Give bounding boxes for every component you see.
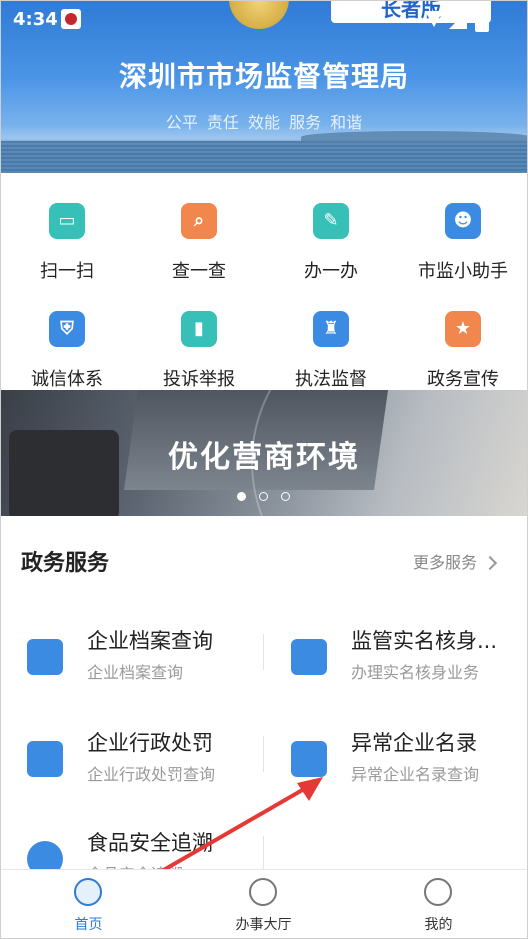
divider [263,836,264,872]
signal-icon [449,11,467,29]
carousel-dots [237,492,297,502]
shortcut-credit[interactable]: ⛨ 诚信体系 [1,299,133,399]
penalty-icon [27,741,63,777]
service-name: 异常企业名录 [351,731,477,755]
tab-mine[interactable]: 我的 [351,870,526,938]
battery-icon [475,11,489,32]
shortcut-scan[interactable]: ▭ 扫一扫 [1,191,133,291]
shortcut-label: 查一查 [172,261,226,282]
service-desc: 企业档案查询 [87,663,184,682]
page-title: 深圳市市场监督管理局 [118,60,409,93]
more-services-label: 更多服务 [413,553,478,572]
service-name: 监管实名核身... [351,629,498,653]
service-desc: 企业行政处罚查询 [87,765,216,784]
shortcut-query[interactable]: ⌕ 查一查 [133,191,265,291]
tab-label: 首页 [74,917,103,933]
shortcut-assistant[interactable]: ☻ 市监小助手 [397,191,527,291]
notification-app-icon [61,9,81,29]
shortcut-complaint[interactable]: ▮ 投诉举报 [133,299,265,399]
service-abnormal-list[interactable]: 异常企业名录 异常企业名录查询 [291,727,527,807]
handshake-icon [249,878,277,906]
robot-icon: ☻ [445,203,481,239]
warning-building-icon [291,741,327,777]
shield-doc-icon: ⛨ [49,311,85,347]
bottom-tab-bar: 首页 办事大厅 我的 [1,869,527,938]
app-screen: 4:34 长者版 深圳市市场监督管理局 公平 责任 效能 服务 和谐 ▭ 扫一扫… [0,0,528,939]
section-title: 政务服务 [21,551,110,576]
shortcut-handle[interactable]: ✎ 办一办 [265,191,397,291]
shortcut-enforcement[interactable]: ♜ 执法监督 [265,299,397,399]
carousel-dot[interactable] [281,492,290,501]
service-name: 企业行政处罚 [87,731,213,755]
header-banner: 4:34 长者版 深圳市市场监督管理局 公平 责任 效能 服务 和谐 [1,1,527,173]
bookmark-icon: ▮ [181,311,217,347]
banner-title: 优化营商环境 [168,440,360,475]
sea-background [1,141,527,173]
status-time: 4:34 [13,9,58,30]
officer-icon: ♜ [313,311,349,347]
shortcut-label: 政务宣传 [427,369,499,390]
pencil-icon: ✎ [313,203,349,239]
tab-label: 我的 [424,917,453,933]
wifi-icon [425,11,443,27]
carousel-dot[interactable] [237,492,246,501]
carousel-dot[interactable] [259,492,268,501]
page-subtitle: 公平 责任 效能 服务 和谐 [165,113,363,132]
shortcut-publicity[interactable]: ★ 政务宣传 [397,299,527,399]
service-archive-query[interactable]: 企业档案查询 企业档案查询 [27,625,277,705]
id-card-icon [291,639,327,675]
status-icons [425,11,495,32]
shortcut-label: 投诉举报 [163,369,235,390]
home-icon [74,878,102,906]
user-icon [424,878,452,906]
emblem-logo [229,1,289,29]
promo-banner[interactable]: 优化营商环境 [1,390,527,516]
shortcut-label: 执法监督 [295,369,367,390]
search-doc-icon: ⌕ [181,203,217,239]
shortcut-label: 市监小助手 [418,261,508,282]
shortcut-label: 扫一扫 [40,261,94,282]
service-admin-penalty[interactable]: 企业行政处罚 企业行政处罚查询 [27,727,277,807]
scan-icon: ▭ [49,203,85,239]
service-name: 食品安全追溯 [87,831,213,855]
archive-search-icon [27,639,63,675]
divider [263,634,264,670]
chevron-right-icon [482,555,498,571]
shortcut-label: 办一办 [304,261,358,282]
service-desc: 异常企业名录查询 [351,765,480,784]
tab-home[interactable]: 首页 [1,870,176,938]
service-desc: 办理实名核身业务 [351,663,480,682]
shortcut-label: 诚信体系 [31,369,103,390]
star-doc-icon: ★ [445,311,481,347]
more-services-link[interactable]: 更多服务 [413,549,498,573]
service-realname-verify[interactable]: 监管实名核身... 办理实名核身业务 [291,625,527,705]
divider [263,736,264,772]
service-name: 企业档案查询 [87,629,213,653]
tab-label: 办事大厅 [235,917,292,933]
tab-service-hall[interactable]: 办事大厅 [176,870,351,938]
